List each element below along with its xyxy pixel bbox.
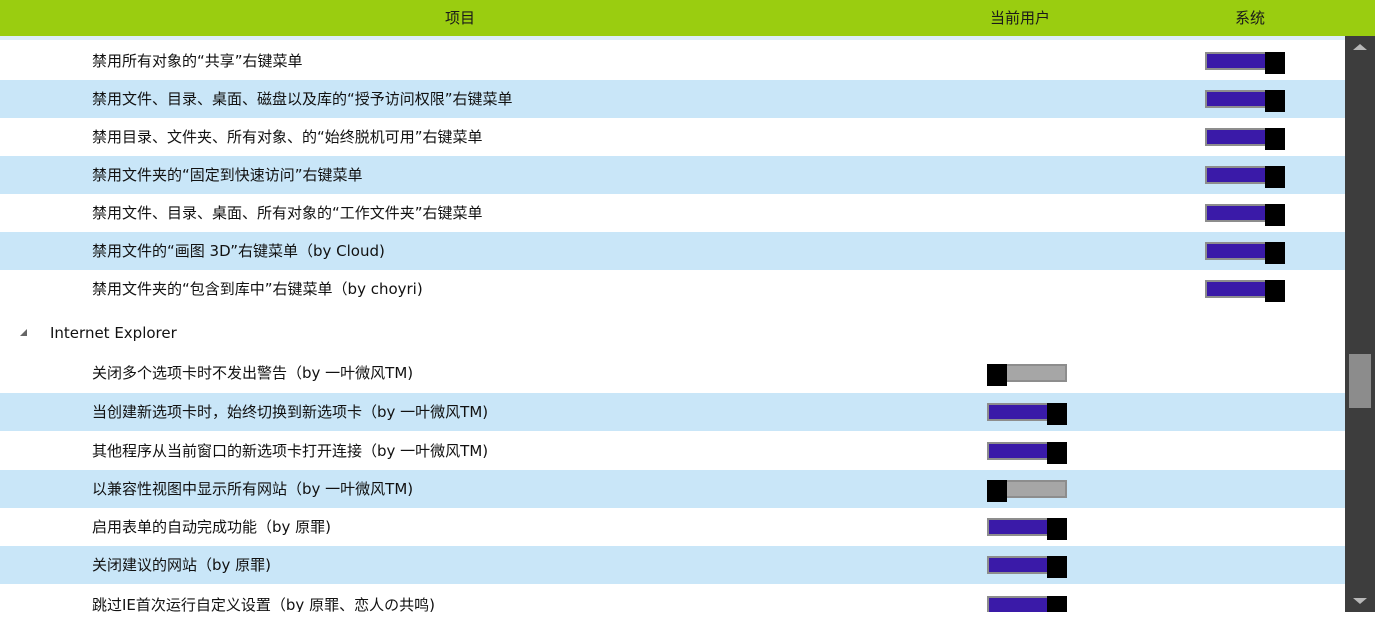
item-label: 当创建新选项卡时，始终切换到新选项卡（by 一叶微风TM) xyxy=(92,403,489,421)
item-label: 禁用文件夹的“固定到快速访问”右键菜单 xyxy=(92,166,363,184)
system-toggle[interactable] xyxy=(1205,90,1285,112)
list-item[interactable]: 禁用目录、文件夹、所有对象、的“始终脱机可用”右键菜单 xyxy=(0,118,1345,156)
expanded-triangle-icon[interactable] xyxy=(20,329,27,336)
scroll-down-arrow-icon[interactable] xyxy=(1353,598,1367,604)
header-item[interactable]: 项目 xyxy=(360,0,560,36)
toggle-knob xyxy=(1265,204,1285,226)
toggle-knob xyxy=(987,480,1007,502)
toggle-knob xyxy=(1047,442,1067,464)
header-system[interactable]: 系统 xyxy=(1190,0,1310,36)
toggle-knob xyxy=(987,364,1007,386)
system-toggle[interactable] xyxy=(1205,128,1285,150)
item-label: 关闭多个选项卡时不发出警告（by 一叶微风TM) xyxy=(92,364,414,382)
list-item[interactable]: 禁用文件夹的“固定到快速访问”右键菜单 xyxy=(0,156,1345,194)
item-label: 禁用文件的“画图 3D”右键菜单（by Cloud) xyxy=(92,242,385,260)
current-user-toggle[interactable] xyxy=(987,364,1067,386)
toggle-knob xyxy=(1047,518,1067,540)
item-label: 禁用文件夹的“包含到库中”右键菜单（by choyri) xyxy=(92,280,423,298)
system-toggle[interactable] xyxy=(1205,204,1285,226)
item-label: 启用表单的自动完成功能（by 原罪) xyxy=(92,518,332,536)
list-item[interactable]: 禁用文件、目录、桌面、所有对象的“工作文件夹”右键菜单 xyxy=(0,194,1345,232)
current-user-toggle[interactable] xyxy=(987,518,1067,540)
toggle-knob xyxy=(1047,556,1067,578)
item-label: 禁用文件、目录、桌面、磁盘以及库的“授予访问权限”右键菜单 xyxy=(92,90,513,108)
toggle-knob xyxy=(1265,52,1285,74)
list-item[interactable]: 关闭多个选项卡时不发出警告（by 一叶微风TM) xyxy=(0,354,1345,392)
list-item[interactable]: 其他程序从当前窗口的新选项卡打开连接（by 一叶微风TM) xyxy=(0,432,1345,470)
item-label: 关闭建议的网站（by 原罪) xyxy=(92,556,272,574)
system-toggle[interactable] xyxy=(1205,166,1285,188)
toggle-knob xyxy=(1265,128,1285,150)
list-item[interactable]: 启用表单的自动完成功能（by 原罪) xyxy=(0,508,1345,546)
list-item[interactable]: 以兼容性视图中显示所有网站（by 一叶微风TM) xyxy=(0,470,1345,508)
current-user-toggle[interactable] xyxy=(987,556,1067,578)
current-user-toggle[interactable] xyxy=(987,480,1067,502)
item-label: 其他程序从当前窗口的新选项卡打开连接（by 一叶微风TM) xyxy=(92,442,489,460)
group-label: Internet Explorer xyxy=(50,324,177,342)
list-item[interactable]: 禁用所有对象的“共享”右键菜单 xyxy=(0,42,1345,80)
item-label: 禁用文件、目录、桌面、所有对象的“工作文件夹”右键菜单 xyxy=(92,204,483,222)
current-user-toggle[interactable] xyxy=(987,403,1067,425)
list-item[interactable]: 禁用文件、目录、桌面、磁盘以及库的“授予访问权限”右键菜单 xyxy=(0,80,1345,118)
column-header: 项目 当前用户 系统 xyxy=(0,0,1375,36)
item-label: 禁用目录、文件夹、所有对象、的“始终脱机可用”右键菜单 xyxy=(92,128,483,146)
header-current-user[interactable]: 当前用户 xyxy=(960,0,1080,36)
list-item[interactable]: 当创建新选项卡时，始终切换到新选项卡（by 一叶微风TM) xyxy=(0,393,1345,431)
system-toggle[interactable] xyxy=(1205,242,1285,264)
list-item[interactable]: 禁用文件的“画图 3D”右键菜单（by Cloud) xyxy=(0,232,1345,270)
bottom-edge xyxy=(0,612,1375,618)
toggle-knob xyxy=(1047,403,1067,425)
scrollbar-thumb[interactable] xyxy=(1349,354,1371,408)
toggle-knob xyxy=(1265,242,1285,264)
system-toggle[interactable] xyxy=(1205,280,1285,302)
toggle-knob xyxy=(1265,166,1285,188)
settings-list: 禁用所有对象的“共享”右键菜单 禁用文件、目录、桌面、磁盘以及库的“授予访问权限… xyxy=(0,40,1345,618)
list-item[interactable]: 禁用文件夹的“包含到库中”右键菜单（by choyri) xyxy=(0,270,1345,308)
list-item[interactable]: 关闭建议的网站（by 原罪) xyxy=(0,546,1345,584)
toggle-knob xyxy=(1265,280,1285,302)
vertical-scrollbar[interactable] xyxy=(1345,36,1375,612)
item-label: 禁用所有对象的“共享”右键菜单 xyxy=(92,52,303,70)
system-toggle[interactable] xyxy=(1205,52,1285,74)
scroll-up-arrow-icon[interactable] xyxy=(1353,44,1367,50)
group-header-internet-explorer[interactable]: Internet Explorer xyxy=(0,314,1345,352)
current-user-toggle[interactable] xyxy=(987,442,1067,464)
item-label: 以兼容性视图中显示所有网站（by 一叶微风TM) xyxy=(92,480,414,498)
toggle-knob xyxy=(1265,90,1285,112)
